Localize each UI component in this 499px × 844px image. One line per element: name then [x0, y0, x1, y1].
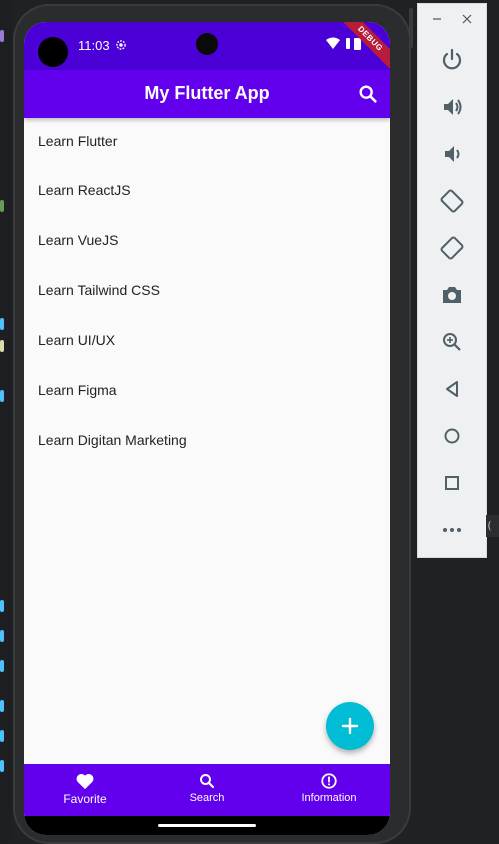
list-item[interactable]: Learn VueJS — [24, 215, 390, 265]
nav-item-search[interactable]: Search — [146, 764, 268, 816]
system-navigation-bar — [24, 816, 390, 835]
editor-fragment — [0, 600, 4, 612]
camera-icon — [443, 287, 461, 303]
list-item[interactable]: Learn Tailwind CSS — [24, 265, 390, 315]
add-button[interactable] — [326, 702, 374, 750]
app-title: My Flutter App — [144, 83, 270, 103]
screenshot-button[interactable] — [436, 279, 468, 311]
editor-fragment — [0, 700, 4, 712]
editor-fragment — [0, 730, 4, 742]
more-icon — [443, 528, 461, 532]
more-button[interactable] — [436, 514, 468, 546]
rotate-left-button[interactable] — [436, 185, 468, 217]
punch-hole — [38, 37, 68, 67]
power-icon — [442, 48, 462, 70]
rotate-right-icon — [440, 236, 464, 260]
phone-side-button — [409, 8, 413, 48]
editor-fragment — [0, 340, 4, 352]
camera-icon — [196, 33, 218, 55]
editor-fragment — [0, 760, 4, 772]
nav-item-information[interactable]: Information — [268, 764, 390, 816]
editor-overflow: ( — [486, 515, 499, 537]
overview-icon — [445, 476, 459, 490]
search-icon — [200, 774, 215, 789]
plus-icon — [341, 717, 359, 735]
list-item[interactable]: Learn Figma — [24, 365, 390, 415]
info-icon — [321, 773, 337, 789]
list-item[interactable]: Learn Flutter — [24, 118, 390, 165]
editor-fragment — [0, 200, 4, 212]
close-icon[interactable] — [460, 12, 474, 26]
code-editor-background — [0, 0, 12, 843]
rotate-right-button[interactable] — [436, 232, 468, 264]
volume-down-icon — [445, 146, 460, 162]
minimize-icon[interactable] — [430, 12, 444, 26]
list-item[interactable]: Learn ReactJS — [24, 165, 390, 215]
nav-label-search: Search — [189, 792, 225, 804]
home-icon — [444, 428, 460, 444]
status-bar: 11:03 DEBUG — [24, 22, 390, 77]
list-item[interactable]: Learn UI/UX — [24, 315, 390, 365]
phone-screen: 11:03 DEBUG My Flutter App Learn Flutter… — [24, 22, 390, 835]
volume-up-button[interactable] — [436, 91, 468, 123]
home-gesture-handle[interactable] — [158, 824, 256, 827]
back-button[interactable] — [436, 373, 468, 405]
editor-fragment — [0, 660, 4, 672]
status-time: 11:03 — [78, 38, 110, 53]
nav-label-information: Information — [301, 792, 357, 804]
app-bar: My Flutter App — [24, 70, 390, 118]
list-item[interactable]: Learn Digitan Marketing — [24, 415, 390, 465]
search-icon[interactable] — [357, 83, 379, 105]
emulator-toolbar — [418, 4, 486, 557]
wifi-icon — [326, 37, 340, 49]
rotate-left-icon — [440, 189, 464, 213]
power-button[interactable] — [436, 44, 468, 76]
course-list: Learn Flutter Learn ReactJS Learn VueJS … — [24, 118, 390, 465]
back-icon — [446, 381, 458, 397]
nav-label-favorite: Favorite — [63, 792, 107, 806]
bottom-navigation: Favorite Search Information — [24, 764, 390, 816]
home-button[interactable] — [436, 420, 468, 452]
editor-fragment — [0, 318, 4, 330]
zoom-in-icon — [443, 333, 461, 351]
signal-icon — [346, 38, 350, 49]
nav-item-favorite[interactable]: Favorite — [24, 764, 146, 816]
editor-fragment — [0, 30, 4, 42]
overview-button[interactable] — [436, 467, 468, 499]
gear-icon — [116, 40, 126, 50]
editor-fragment — [0, 630, 4, 642]
editor-fragment — [0, 390, 4, 402]
volume-down-button[interactable] — [436, 138, 468, 170]
heart-icon — [76, 773, 94, 790]
zoom-button[interactable] — [436, 326, 468, 358]
volume-up-icon — [444, 99, 462, 115]
